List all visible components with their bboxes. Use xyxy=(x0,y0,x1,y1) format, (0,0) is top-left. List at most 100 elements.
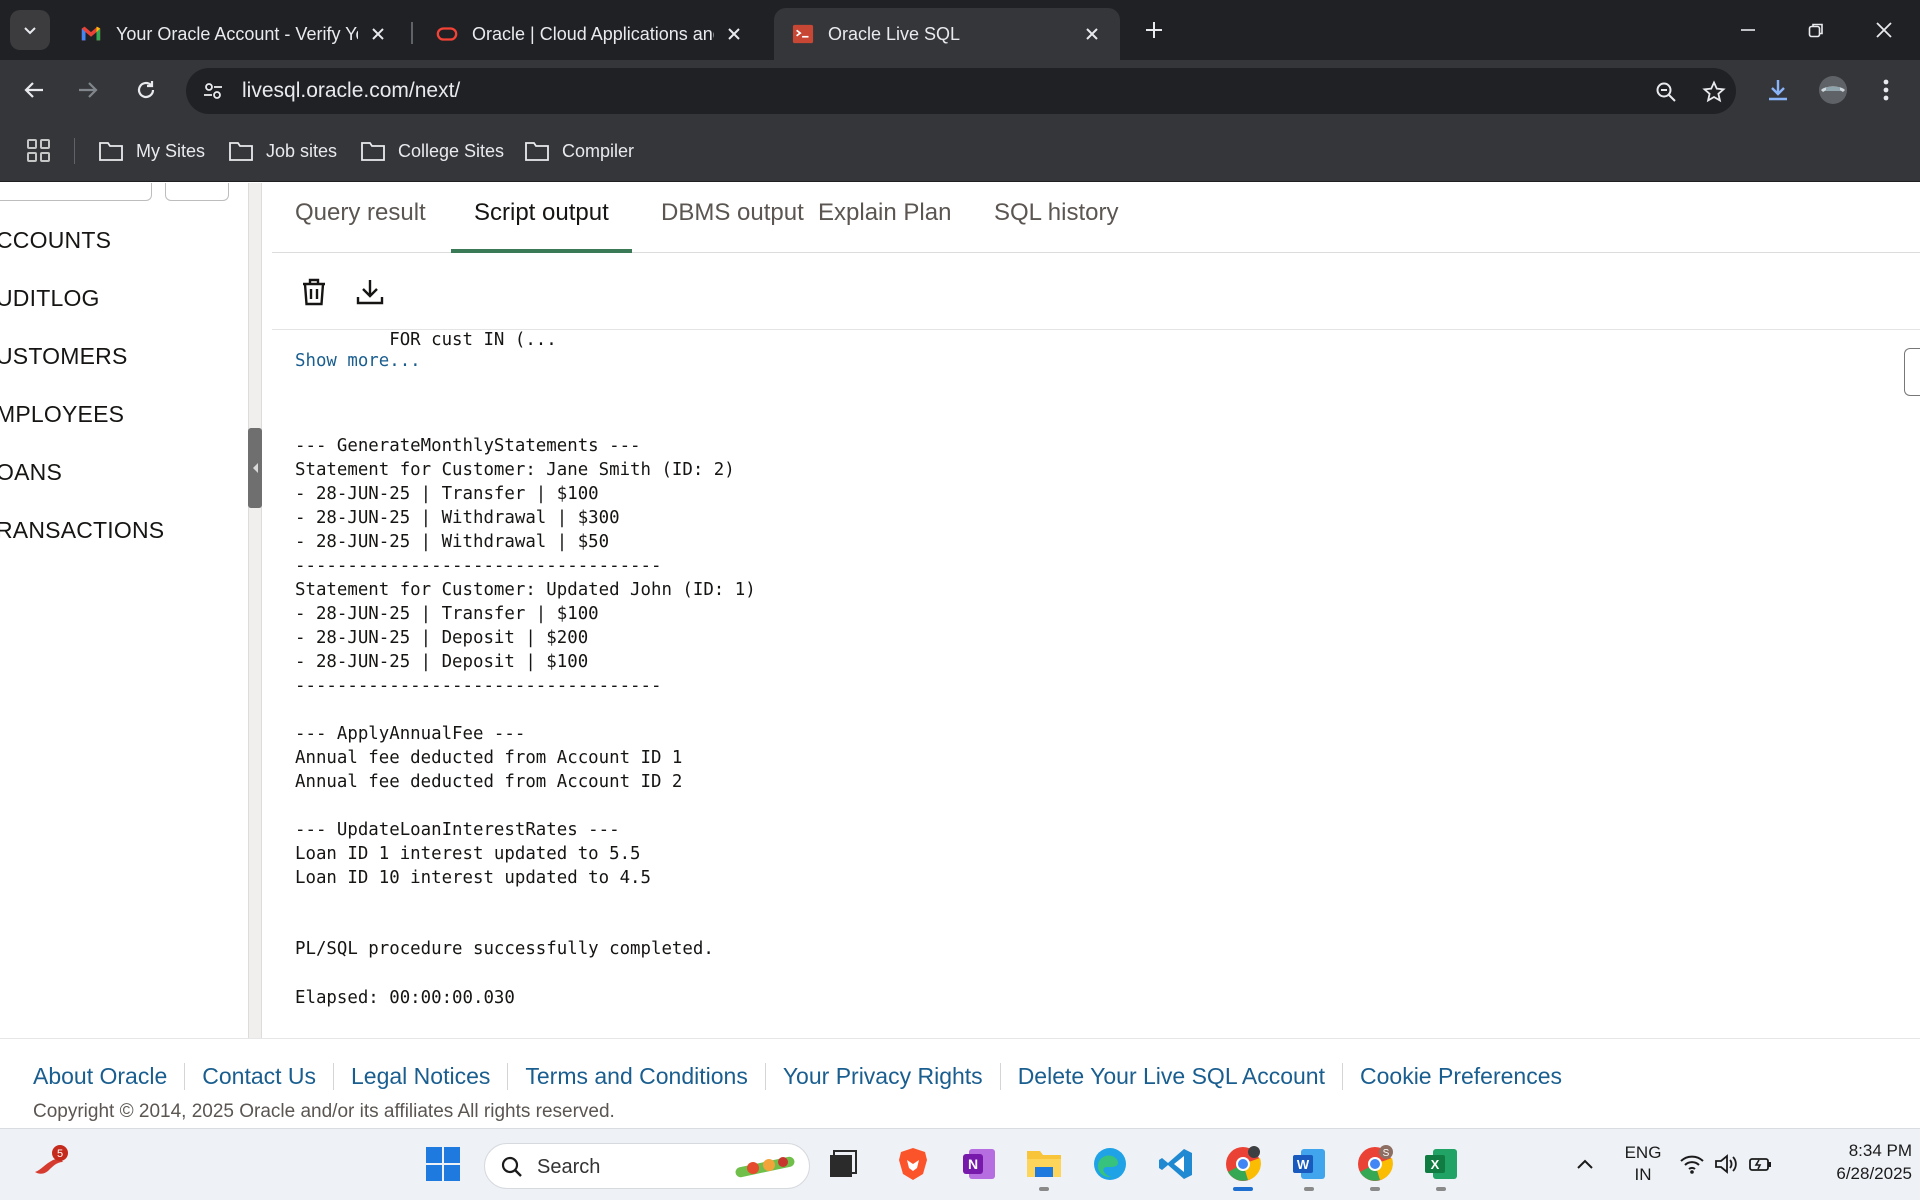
taskbar-search[interactable]: Search xyxy=(484,1143,810,1189)
tab-title: Oracle Live SQL xyxy=(828,23,961,44)
close-icon[interactable] xyxy=(366,22,390,46)
weather-icon: 5 xyxy=(35,1145,68,1174)
console-line: - 28-JUN-25 | Withdrawal | $50 xyxy=(295,532,610,552)
bookmark-label: Job sites xyxy=(266,140,338,161)
running-indicator xyxy=(1370,1187,1380,1191)
address-bar[interactable]: livesql.oracle.com/next/ xyxy=(186,68,1736,114)
footer-link-delete-account[interactable]: Delete Your Live SQL Account xyxy=(1001,1063,1343,1090)
bookmark-button[interactable] xyxy=(1698,76,1730,108)
bookmark-folder-job-sites[interactable]: Job sites xyxy=(228,136,337,166)
console-line: Loan ID 1 interest updated to 5.5 xyxy=(295,844,641,864)
running-indicator xyxy=(1436,1187,1446,1191)
svg-text:W: W xyxy=(1297,1157,1310,1172)
footer-link-contact-us[interactable]: Contact Us xyxy=(185,1063,335,1090)
tab-explain-plan[interactable]: Explain Plan xyxy=(795,199,974,253)
table-list-item[interactable]: UDITLOG xyxy=(0,285,164,343)
table-list-item[interactable]: USTOMERS xyxy=(0,343,164,401)
download-output-button[interactable] xyxy=(352,274,388,310)
table-list-item[interactable]: OANS xyxy=(0,459,164,517)
table-list: CCOUNTS UDITLOG USTOMERS MPLOYEES OANS R… xyxy=(0,227,164,575)
taskbar-app-file-explorer[interactable] xyxy=(1019,1139,1069,1191)
new-tab-button[interactable] xyxy=(1138,14,1170,46)
widgets-button[interactable]: 5 xyxy=(24,1139,74,1189)
taskbar-app-word[interactable]: W xyxy=(1284,1139,1334,1191)
footer-link-about-oracle[interactable]: About Oracle xyxy=(33,1063,186,1090)
side-drawer-toggle[interactable] xyxy=(1904,348,1920,396)
search-placeholder: Search xyxy=(537,1156,601,1178)
folder-icon xyxy=(99,142,123,161)
taskbar-app-excel[interactable]: X xyxy=(1416,1139,1466,1191)
forward-button[interactable] xyxy=(68,70,108,110)
language-code: ENG xyxy=(1624,1143,1662,1162)
excel-icon: X xyxy=(1425,1149,1457,1179)
apps-grid-icon[interactable] xyxy=(24,136,54,166)
taskbar-app-chrome-profile[interactable]: S xyxy=(1350,1139,1400,1191)
footer-link-legal-notices[interactable]: Legal Notices xyxy=(334,1063,509,1090)
folder-icon xyxy=(229,142,253,161)
taskbar-app-task-view[interactable] xyxy=(818,1139,868,1189)
system-tray-status[interactable] xyxy=(1676,1139,1776,1189)
bookmark-folder-college-sites[interactable]: College Sites xyxy=(360,136,504,166)
clock[interactable]: 8:34 PM 6/28/2025 xyxy=(1800,1141,1912,1184)
console-line: Statement for Customer: Updated John (ID… xyxy=(295,580,756,600)
console-line: --- GenerateMonthlyStatements --- xyxy=(295,436,641,456)
schema-filter-button[interactable] xyxy=(165,183,229,201)
reload-button[interactable] xyxy=(126,70,166,110)
splitter-handle[interactable] xyxy=(248,428,262,508)
live-sql-icon xyxy=(792,24,814,44)
tab-query-result[interactable]: Query result xyxy=(272,199,449,253)
start-button[interactable] xyxy=(418,1139,468,1189)
browser-tab-live-sql[interactable]: Oracle Live SQL xyxy=(774,8,1120,60)
page-footer: About Oracle Contact Us Legal Notices Te… xyxy=(0,1038,1920,1128)
battery-icon xyxy=(1749,1158,1771,1171)
back-button[interactable] xyxy=(14,70,54,110)
table-list-item[interactable]: RANSACTIONS xyxy=(0,517,164,575)
taskbar-app-edge[interactable] xyxy=(1085,1139,1135,1189)
zoom-button[interactable] xyxy=(1650,76,1682,108)
input-language[interactable]: ENG IN xyxy=(1616,1143,1670,1185)
bookmark-folder-my-sites[interactable]: My Sites xyxy=(98,136,205,166)
footer-link-privacy-rights[interactable]: Your Privacy Rights xyxy=(766,1063,1001,1090)
browser-tab-oracle-cloud[interactable]: Oracle | Cloud Applications and xyxy=(418,8,762,60)
close-window-button[interactable] xyxy=(1862,10,1906,50)
bookmark-folder-compiler[interactable]: Compiler xyxy=(524,136,634,166)
minimize-button[interactable] xyxy=(1726,10,1770,50)
taskbar-app-vscode[interactable] xyxy=(1151,1139,1201,1189)
site-settings-icon[interactable] xyxy=(198,76,228,106)
chrome-icon xyxy=(1226,1146,1261,1181)
tab-script-output[interactable]: Script output xyxy=(451,199,632,253)
output-panel: Query result Script output DBMS output E… xyxy=(272,183,1920,1038)
tab-search-button[interactable] xyxy=(10,10,50,50)
show-more-link[interactable]: Show more... xyxy=(295,351,421,371)
schema-search-input[interactable] xyxy=(0,183,152,201)
footer-link-terms[interactable]: Terms and Conditions xyxy=(508,1063,766,1090)
output-toolbar xyxy=(272,254,1920,330)
windows-taskbar: 5 Search N W S X ENG IN 8:34 PM 6/28/202… xyxy=(0,1128,1920,1200)
downloads-button[interactable] xyxy=(1758,70,1798,110)
taskbar-app-onenote[interactable]: N xyxy=(954,1139,1004,1189)
taskbar-app-brave[interactable] xyxy=(888,1139,938,1189)
url-text[interactable]: livesql.oracle.com/next/ xyxy=(242,79,460,103)
console-line: Elapsed: 00:00:00.030 xyxy=(295,988,515,1008)
schema-panel: CCOUNTS UDITLOG USTOMERS MPLOYEES OANS R… xyxy=(0,183,240,1038)
show-hidden-icons-button[interactable] xyxy=(1560,1139,1610,1189)
footer-link-cookie-preferences[interactable]: Cookie Preferences xyxy=(1343,1063,1579,1090)
close-icon[interactable] xyxy=(722,22,746,46)
running-indicator xyxy=(1233,1187,1253,1191)
console-line: - 28-JUN-25 | Deposit | $100 xyxy=(295,652,589,672)
close-icon[interactable] xyxy=(1080,22,1104,46)
arrow-left-icon xyxy=(24,82,43,98)
table-list-item[interactable]: MPLOYEES xyxy=(0,401,164,459)
avatar-icon xyxy=(1819,76,1847,104)
console-line: FOR cust IN (... xyxy=(295,330,557,350)
tab-sql-history[interactable]: SQL history xyxy=(971,199,1142,253)
profile-avatar[interactable] xyxy=(1813,70,1853,110)
browser-tab-gmail[interactable]: Your Oracle Account - Verify Yo xyxy=(62,8,406,60)
taskbar-app-chrome[interactable] xyxy=(1218,1139,1268,1191)
console-line: ----------------------------------- xyxy=(295,676,662,696)
clear-output-button[interactable] xyxy=(296,274,332,310)
restore-button[interactable] xyxy=(1794,10,1838,50)
table-list-item[interactable]: CCOUNTS xyxy=(0,227,164,285)
browser-menu-button[interactable] xyxy=(1866,70,1906,110)
console-line: - 28-JUN-25 | Transfer | $100 xyxy=(295,484,599,504)
